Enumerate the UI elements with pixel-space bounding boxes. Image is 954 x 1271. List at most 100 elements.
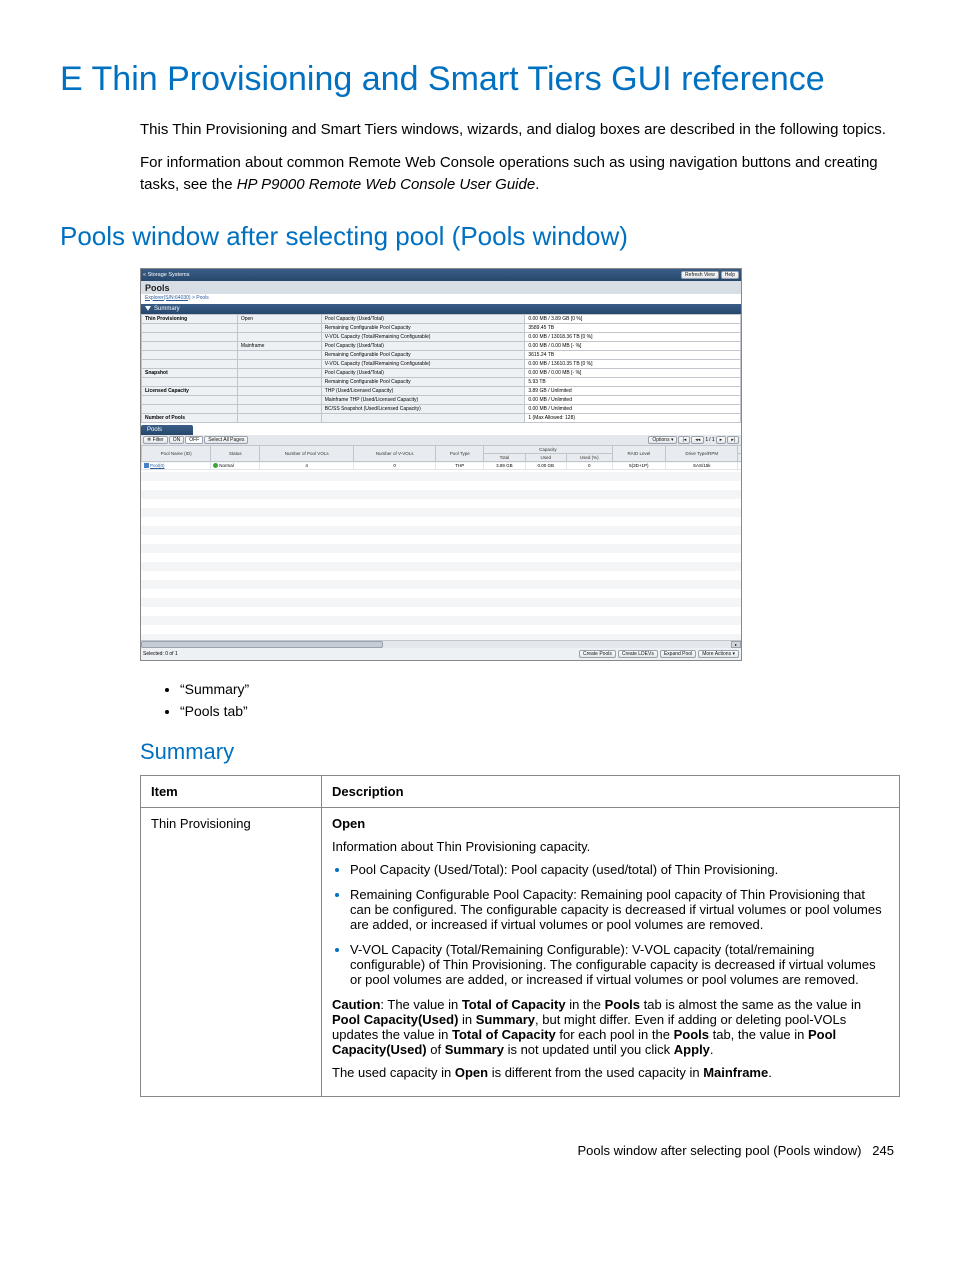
table-row: Thin Provisioning Open Information about… (141, 807, 900, 1096)
summary-cell: V-VOL Capacity (Total/Remaining Configur… (321, 332, 525, 341)
summary-cell: 3615.24 TB (525, 350, 741, 359)
summary-row: Remaining Configurable Pool Capacity5.93… (142, 377, 741, 386)
col-status[interactable]: Status (211, 445, 260, 461)
create-pools-button[interactable]: Create Pools (579, 650, 616, 658)
summary-cell: Pool Capacity (Used/Total) (321, 368, 525, 377)
page-next-icon[interactable]: ▸ (716, 436, 727, 444)
summary-cell (142, 341, 238, 350)
summary-cell: 5.93 TB (525, 377, 741, 386)
summary-cell: Number of Pools (142, 413, 238, 422)
options-button[interactable]: Options ▾ (648, 436, 677, 444)
summary-cell: 3589.45 TB (525, 323, 741, 332)
cell-nvvol: 0 (354, 461, 436, 469)
summary-cell: Mainframe THP (Used/Licensed Capacity) (321, 395, 525, 404)
create-ldevs-button[interactable]: Create LDEVs (618, 650, 658, 658)
open-label: Open (332, 816, 365, 831)
cell-total: 3.89 GB (484, 461, 525, 469)
summary-cell (237, 368, 321, 377)
summary-cell: 0.00 MB / Unlimited (525, 395, 741, 404)
summary-desc-table: Item Description Thin Provisioning Open … (140, 775, 900, 1097)
summary-row: Thin ProvisioningOpenPool Capacity (Used… (142, 314, 741, 323)
bullet-list: “Summary” “Pools tab” (180, 681, 894, 719)
summary-cell: Licensed Capacity (142, 386, 238, 395)
summary-cell: Mainframe (237, 341, 321, 350)
summary-row: Licensed Capacity THP (Used/Licensed Capa… (142, 386, 741, 395)
summary-cell (142, 377, 238, 386)
page-prev-icon[interactable]: ◂◂ (691, 436, 704, 444)
scroll-thumb[interactable] (141, 641, 383, 648)
help-button[interactable]: Help (721, 271, 739, 279)
open-vs-mainframe: The used capacity in Open is different f… (332, 1065, 889, 1080)
summary-cell: 1 (Max Allowed: 128) (525, 413, 741, 422)
bullet-pools-tab[interactable]: “Pools tab” (180, 703, 894, 719)
cell-description: Open Information about Thin Provisioning… (322, 807, 900, 1096)
summary-cell: 0.00 MB / 3.89 GB [0 %] (525, 314, 741, 323)
refresh-view-button[interactable]: Refresh View (681, 271, 719, 279)
scroll-right-icon[interactable]: ▸ (731, 641, 741, 648)
summary-cell: BC/SS Snapshot (Used/Licensed Capacity) (321, 404, 525, 413)
summary-cell (142, 332, 238, 341)
cell-used: 0.00 GB (525, 461, 566, 469)
summary-row: Number of Pools 1 (Max Allowed: 128) (142, 413, 741, 422)
summary-cell: Pool Capacity (Used/Total) (321, 314, 525, 323)
filter-button[interactable]: ✲ Filter (143, 436, 168, 444)
summary-bar-label: Summary (154, 306, 180, 312)
col-num-pool-vols[interactable]: Number of Pool VOLs (260, 445, 354, 461)
filter-off[interactable]: OFF (185, 436, 203, 444)
col-cap-total[interactable]: Total (484, 453, 525, 461)
col-num-vvols[interactable]: Number of V-VOLs (354, 445, 436, 461)
col-pool-type[interactable]: Pool Type (436, 445, 484, 461)
col-udt-w[interactable]: Warning (738, 453, 741, 461)
summary-cell: Thin Provisioning (142, 314, 238, 323)
summary-cell: THP (Used/Licensed Capacity) (321, 386, 525, 395)
col-drive[interactable]: Drive Type/RPM (666, 445, 738, 461)
table-row[interactable]: Pool(0) Normal 4 0 THP 3.89 GB 0.00 GB 0… (142, 461, 742, 469)
storage-systems-link[interactable]: « Storage Systems (143, 272, 189, 278)
summary-cell (237, 377, 321, 386)
col-capacity[interactable]: Capacity (484, 445, 612, 453)
select-all-pages-button[interactable]: Select All Pages (204, 436, 248, 444)
summary-cell (142, 350, 238, 359)
summary-cell: Remaining Configurable Pool Capacity (321, 350, 525, 359)
summary-cell: 0.00 MB / 13018.36 TB [0 %] (525, 332, 741, 341)
horizontal-scrollbar[interactable]: ▸ (141, 640, 741, 648)
col-item: Item (141, 775, 322, 807)
col-description: Description (322, 775, 900, 807)
summary-row: V-VOL Capacity (Total/Remaining Configur… (142, 332, 741, 341)
col-cap-used-pct[interactable]: Used (%) (566, 453, 612, 461)
bullet-summary[interactable]: “Summary” (180, 681, 894, 697)
col-pool-name[interactable]: Pool Name (ID) (142, 445, 211, 461)
page-title: E Thin Provisioning and Smart Tiers GUI … (60, 60, 894, 99)
intro-book: HP P9000 Remote Web Console User Guide (237, 176, 535, 193)
cell-w: 70 (738, 461, 741, 469)
summary-cell: Remaining Configurable Pool Capacity (321, 377, 525, 386)
summary-cell (142, 404, 238, 413)
status-icon (213, 463, 218, 468)
cell-ptype: THP (436, 461, 484, 469)
summary-cell: 0.00 MB / 0.00 MB [- %] (525, 368, 741, 377)
col-raid[interactable]: RAID Level (612, 445, 665, 461)
col-cap-used[interactable]: Used (525, 453, 566, 461)
page-number: 1 (705, 437, 708, 443)
more-actions-button[interactable]: More Actions ▾ (698, 650, 739, 658)
expand-pool-button[interactable]: Expand Pool (660, 650, 696, 658)
summary-cell: 0.00 MB / 0.00 MB [- %] (525, 341, 741, 350)
selected-count: Selected: 0 of 1 (143, 651, 178, 657)
col-udt[interactable]: User-Defined Threshold (%) (738, 445, 741, 453)
pools-window-screenshot: « Storage Systems Refresh View Help Pool… (140, 268, 742, 661)
pool-link[interactable]: Pool(0) (150, 463, 165, 468)
page-last-icon[interactable]: ▸| (727, 436, 739, 444)
pool-icon (144, 463, 149, 468)
summary-cell: V-VOL Capacity (Total/Remaining Configur… (321, 359, 525, 368)
pools-tab[interactable]: Pools (141, 425, 193, 435)
intro-p2c: . (535, 176, 539, 193)
summary-heading: Summary (140, 739, 894, 765)
summary-bar[interactable]: Summary (141, 304, 741, 314)
top-bar: « Storage Systems Refresh View Help (141, 269, 741, 281)
filter-on[interactable]: ON (169, 436, 185, 444)
breadcrumb-explorer-link[interactable]: Explorer(S/N:64030) (145, 295, 191, 301)
cell-usedp: 0 (566, 461, 612, 469)
bullet-pool-capacity: Pool Capacity (Used/Total): Pool capacit… (350, 862, 889, 877)
collapse-icon (145, 306, 151, 312)
page-first-icon[interactable]: |◂ (678, 436, 690, 444)
